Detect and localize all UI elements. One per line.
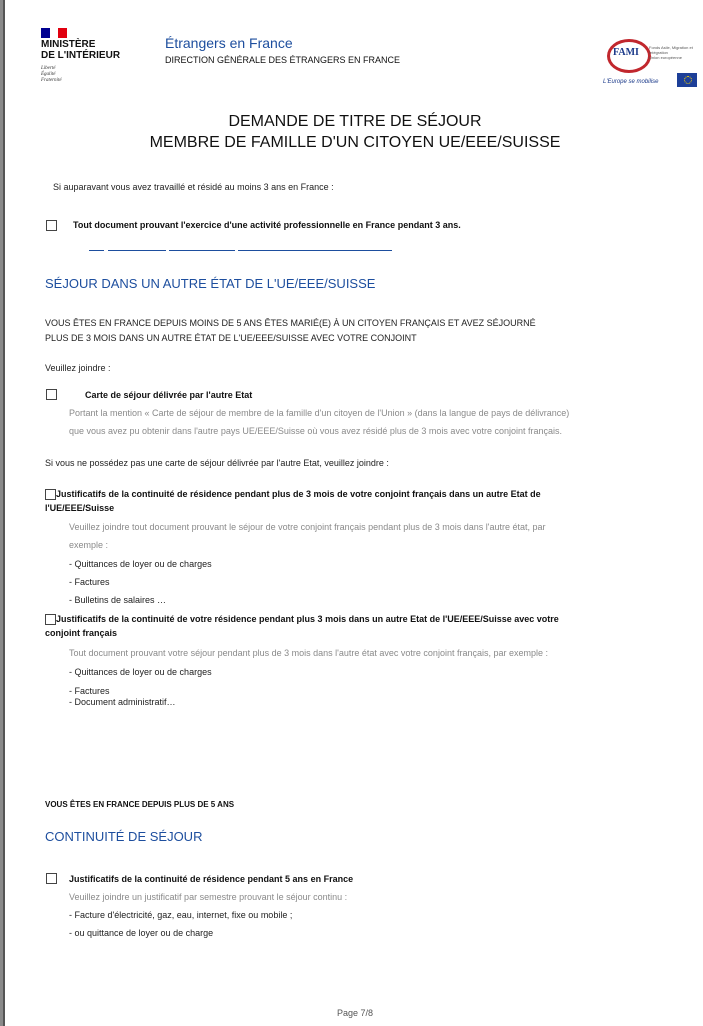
fami-logo-text: FAMI (613, 47, 639, 58)
item-continuity-5-years: Justificatifs de la continuité de réside… (69, 874, 354, 884)
ministry-name: MINISTÈRE DE L'INTÉRIEUR (41, 39, 120, 61)
item-b-desc: Tout document prouvant votre séjour pend… (69, 648, 548, 658)
item-own-residence-line2: conjoint français (45, 628, 118, 638)
continuity-desc: Veuillez joindre un justificatif par sem… (69, 892, 348, 902)
document-page: MINISTÈRE DE L'INTÉRIEUR Liberté Égalité… (3, 0, 703, 1026)
motto-fraternite: Fraternité (41, 78, 62, 83)
form-title-line1: DEMANDE DE TITRE DE SÉJOUR (228, 113, 482, 130)
list-item: - ou quittance de loyer ou de charge (69, 928, 214, 938)
line-segment-1 (89, 250, 104, 251)
ministry-line2: DE L'INTÉRIEUR (41, 50, 121, 61)
eu-flag-icon (677, 73, 697, 87)
form-title-line2: MEMBRE DE FAMILLE D'UN CITOYEN UE/EEE/SU… (149, 134, 561, 151)
fami-logo-small: Fonds Asile, Migration et Intégration Un… (649, 45, 701, 60)
site-subtitle: DIRECTION GÉNÉRALE DES ÉTRANGERS EN FRAN… (165, 55, 401, 65)
flag-blue (41, 28, 50, 38)
fami-logo: FAMI Fonds Asile, Migration et Intégrati… (597, 39, 702, 95)
section-heading-other-state: SÉJOUR DANS UN AUTRE ÉTAT DE L'UE/EEE/SU… (45, 276, 376, 291)
fami-union: Union européenne (649, 55, 682, 60)
page-number: Page 7/8 (336, 1008, 374, 1018)
list-item: - Quittances de loyer ou de charges (69, 667, 212, 677)
checkbox-residence-card[interactable] (46, 389, 57, 400)
if-not-text: Si vous ne possédez pas une carte de séj… (45, 458, 389, 468)
item-a-desc-line2: exemple : (69, 540, 109, 550)
list-item: - Quittances de loyer ou de charges (69, 559, 212, 569)
fami-slogan: L'Europe se mobilise (603, 79, 659, 85)
list-item: - Facture d'électricité, gaz, eau, inter… (69, 910, 293, 920)
flag-white (49, 28, 59, 38)
card-desc-line2: que vous avez pu obtenir dans l'autre pa… (69, 426, 562, 436)
line-segment-3 (169, 250, 235, 251)
line-segment-2 (108, 250, 166, 251)
item-spouse-residence-line2: l'UE/EEE/Suisse (45, 503, 115, 513)
item-residence-card: Carte de séjour délivrée par l'autre Eta… (85, 390, 253, 400)
site-title: Étrangers en France (165, 35, 293, 51)
card-desc-line1: Portant la mention « Carte de séjour de … (69, 408, 570, 418)
list-item: - Document administratif… (69, 697, 176, 707)
condition-more-5-years: VOUS ÊTES EN FRANCE DEPUIS PLUS DE 5 ANS (45, 800, 235, 809)
checkbox-own-residence[interactable] (45, 614, 56, 625)
checkbox-work-3-years[interactable] (46, 220, 57, 231)
join-label: Veuillez joindre : (45, 363, 111, 373)
item-own-residence-line1: Justificatifs de la continuité de votre … (56, 614, 559, 624)
line-segment-4 (238, 250, 392, 251)
list-item: - Factures (69, 577, 110, 587)
french-flag-icon (41, 25, 67, 38)
item-a-desc-line1: Veuillez joindre tout document prouvant … (69, 522, 546, 532)
list-item: - Factures (69, 686, 110, 696)
checkbox-spouse-residence[interactable] (45, 489, 56, 500)
section-heading-continuity: CONTINUITÉ DE SÉJOUR (45, 829, 203, 844)
flag-red (58, 28, 67, 38)
republic-motto: Liberté Égalité Fraternité (41, 66, 62, 84)
fami-fund-name: Fonds Asile, Migration et Intégration (649, 45, 693, 55)
list-item: - Bulletins de salaires … (69, 595, 167, 605)
condition-line1: VOUS ÊTES EN FRANCE DEPUIS MOINS DE 5 AN… (45, 318, 536, 328)
item-work-3-years: Tout document prouvant l'exercice d'une … (73, 220, 461, 230)
condition-line2: PLUS DE 3 MOIS DANS UN AUTRE ÉTAT DE L'U… (45, 333, 417, 343)
ministry-line1: MINISTÈRE (41, 39, 96, 50)
item-spouse-residence-line1: Justificatifs de la continuité de réside… (56, 489, 541, 499)
checkbox-continuity-5-years[interactable] (46, 873, 57, 884)
intro-text: Si auparavant vous avez travaillé et rés… (53, 182, 334, 192)
eu-stars (684, 76, 692, 84)
